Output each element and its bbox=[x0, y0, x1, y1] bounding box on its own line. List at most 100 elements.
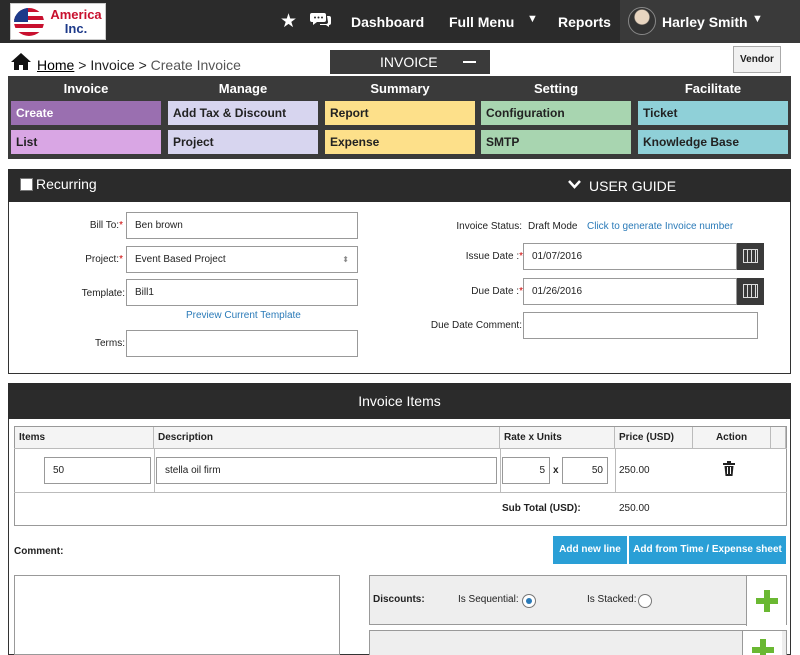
bill-to-label-text: Bill To: bbox=[89, 220, 120, 231]
calendar-icon[interactable] bbox=[737, 243, 764, 270]
chevron-down-icon[interactable]: ▼ bbox=[527, 13, 538, 25]
col-description: Description bbox=[154, 427, 500, 448]
plus-icon bbox=[764, 590, 770, 612]
menu-header-invoice: Invoice bbox=[63, 81, 109, 96]
nav-dashboard[interactable]: Dashboard bbox=[351, 14, 424, 30]
top-bar: America Inc. ★ Dashboard Full Menu ▼ Rep… bbox=[0, 0, 800, 43]
menu-configuration[interactable]: Configuration bbox=[481, 101, 631, 125]
generate-invoice-number-link[interactable]: Click to generate Invoice number bbox=[587, 221, 733, 232]
menu-header-setting: Setting bbox=[533, 81, 579, 96]
col-rate-units: Rate x Units bbox=[500, 427, 615, 448]
item-rate-input[interactable]: 5 bbox=[502, 457, 550, 484]
breadcrumb-separator: > bbox=[74, 57, 91, 73]
item-price: 250.00 bbox=[619, 465, 650, 476]
item-qty-input[interactable]: 50 bbox=[44, 457, 151, 484]
project-label: Project:* bbox=[85, 254, 123, 265]
chevron-down-icon[interactable] bbox=[568, 180, 581, 190]
breadcrumb-home[interactable]: Home bbox=[37, 57, 74, 73]
breadcrumb-current: Create Invoice bbox=[150, 57, 241, 73]
col-action: Action bbox=[693, 427, 771, 448]
terms-label: Terms: bbox=[95, 338, 125, 349]
menu-knowledge-base[interactable]: Knowledge Base bbox=[638, 130, 788, 154]
add-from-timesheet-button[interactable]: Add from Time / Expense sheet bbox=[629, 536, 786, 564]
nav-reports[interactable]: Reports bbox=[558, 14, 611, 30]
due-date-label: Due Date :* bbox=[471, 286, 523, 297]
flag-icon bbox=[14, 8, 44, 36]
due-date-comment-input[interactable] bbox=[523, 312, 758, 339]
menu-ticket[interactable]: Ticket bbox=[638, 101, 788, 125]
invoice-menu-tab[interactable]: INVOICE bbox=[330, 50, 490, 74]
comment-textarea[interactable] bbox=[14, 575, 340, 655]
chat-icon[interactable] bbox=[310, 11, 332, 28]
breadcrumb-invoice[interactable]: Invoice bbox=[90, 57, 134, 73]
template-input[interactable]: Bill1 bbox=[126, 279, 358, 306]
trash-icon[interactable] bbox=[723, 461, 735, 476]
comment-label: Comment: bbox=[14, 546, 64, 557]
logo-line1: America bbox=[50, 7, 102, 22]
add-tax-button[interactable] bbox=[742, 631, 782, 655]
invoice-status-value: Draft Mode bbox=[528, 221, 578, 232]
user-name[interactable]: Harley Smith bbox=[662, 14, 748, 30]
recurring-panel-header: Recurring USER GUIDE bbox=[8, 169, 791, 202]
bill-to-label: Bill To:* bbox=[89, 220, 123, 231]
preview-template-link[interactable]: Preview Current Template bbox=[186, 310, 301, 321]
menu-header-summary: Summary bbox=[370, 81, 430, 96]
add-discount-button[interactable] bbox=[746, 576, 786, 626]
is-sequential-radio[interactable] bbox=[522, 594, 536, 608]
issue-date-label-text: Issue Date : bbox=[465, 251, 520, 262]
menu-expense[interactable]: Expense bbox=[325, 130, 475, 154]
menu-add-tax-discount[interactable]: Add Tax & Discount bbox=[168, 101, 318, 125]
terms-input[interactable] bbox=[126, 330, 358, 357]
user-guide-toggle[interactable]: USER GUIDE bbox=[589, 178, 676, 194]
item-description-input[interactable]: stella oil firm bbox=[156, 457, 497, 484]
subtotal-label: Sub Total (USD): bbox=[502, 503, 581, 514]
company-logo[interactable]: America Inc. bbox=[10, 3, 106, 40]
user-menu[interactable]: Harley Smith ▼ bbox=[620, 0, 800, 43]
col-spacer bbox=[771, 427, 786, 448]
invoice-tab-label: INVOICE bbox=[380, 54, 438, 70]
invoice-status-label: Invoice Status: bbox=[456, 221, 522, 232]
recurring-label: Recurring bbox=[36, 176, 97, 192]
logo-line2: Inc. bbox=[64, 21, 88, 36]
project-select-value: Event Based Project bbox=[135, 254, 226, 265]
due-date-input[interactable]: 01/26/2016 bbox=[523, 278, 737, 305]
invoice-items-header: Invoice Items bbox=[8, 383, 791, 419]
nav-full-menu[interactable]: Full Menu bbox=[449, 14, 514, 30]
avatar[interactable] bbox=[628, 7, 656, 35]
menu-create[interactable]: Create bbox=[11, 101, 161, 125]
table-divider bbox=[500, 448, 501, 492]
add-new-line-button[interactable]: Add new line bbox=[553, 536, 627, 564]
menu-header-facilitate: Facilitate bbox=[684, 81, 742, 96]
table-divider bbox=[14, 492, 787, 493]
tax-box bbox=[369, 630, 787, 655]
menu-project[interactable]: Project bbox=[168, 130, 318, 154]
issue-date-input[interactable]: 01/07/2016 bbox=[523, 243, 737, 270]
menu-report[interactable]: Report bbox=[325, 101, 475, 125]
item-units-input[interactable]: 50 bbox=[562, 457, 608, 484]
menu-smtp[interactable]: SMTP bbox=[481, 130, 631, 154]
recurring-checkbox[interactable] bbox=[20, 178, 33, 191]
is-sequential-label: Is Sequential: bbox=[458, 594, 519, 605]
project-label-text: Project: bbox=[85, 254, 120, 265]
menu-header-manage: Manage bbox=[218, 81, 268, 96]
logo-text: America Inc. bbox=[47, 8, 105, 36]
breadcrumb-separator: > bbox=[134, 57, 151, 73]
collapse-icon[interactable] bbox=[463, 61, 476, 63]
col-price: Price (USD) bbox=[615, 427, 693, 448]
bill-to-input[interactable]: Ben brown bbox=[126, 212, 358, 239]
chevron-down-icon[interactable]: ▼ bbox=[752, 13, 763, 25]
due-date-comment-label: Due Date Comment: bbox=[430, 320, 522, 331]
breadcrumb: Home > Invoice > Create Invoice bbox=[37, 57, 241, 73]
menu-list[interactable]: List bbox=[11, 130, 161, 154]
table-divider bbox=[615, 448, 616, 492]
home-icon[interactable] bbox=[10, 52, 32, 70]
template-label: Template: bbox=[81, 288, 125, 299]
table-divider bbox=[154, 448, 155, 492]
is-stacked-radio[interactable] bbox=[638, 594, 652, 608]
col-items: Items bbox=[15, 427, 154, 448]
star-icon[interactable]: ★ bbox=[280, 10, 297, 33]
project-select[interactable]: Event Based Project ⬍ bbox=[126, 246, 358, 273]
calendar-icon[interactable] bbox=[737, 278, 764, 305]
plus-icon bbox=[760, 639, 766, 655]
vendor-button[interactable]: Vendor bbox=[733, 46, 781, 73]
